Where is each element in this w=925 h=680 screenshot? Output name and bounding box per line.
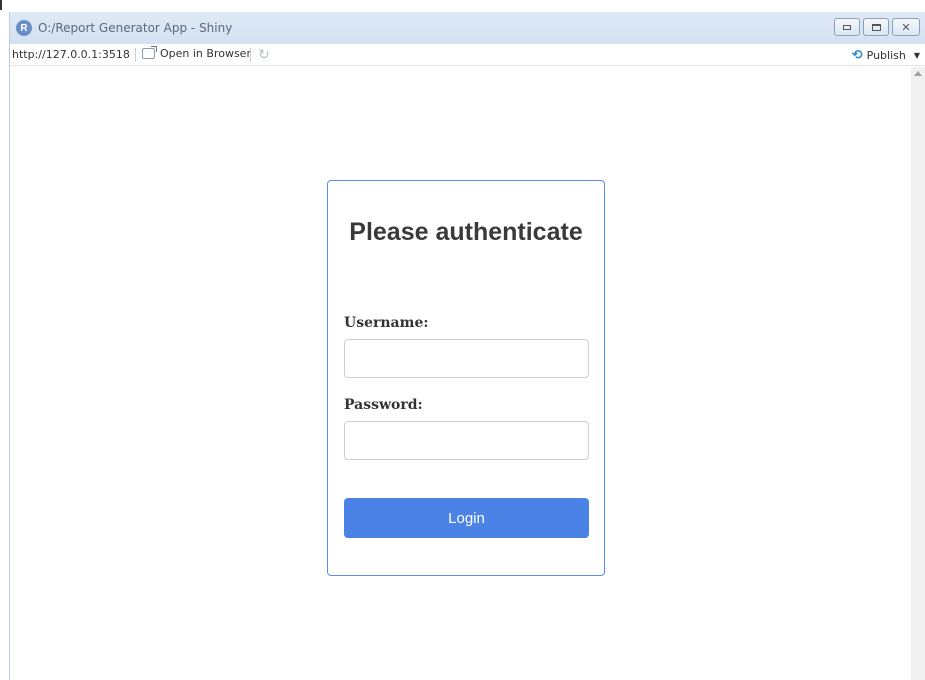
r-app-icon: R: [16, 20, 32, 36]
viewer-toolbar: http://127.0.0.1:3518 Open in Browser ↻ …: [10, 44, 925, 66]
toolbar-separator: [135, 48, 136, 62]
login-title: Please authenticate: [349, 218, 583, 246]
login-panel: Please authenticate Username: Password: …: [327, 180, 605, 576]
window-title: O:/Report Generator App - Shiny: [38, 21, 233, 35]
minimize-button[interactable]: [834, 18, 860, 36]
close-button[interactable]: ✕: [892, 18, 920, 36]
scroll-up-icon[interactable]: [914, 71, 922, 76]
refresh-icon[interactable]: ↻: [258, 46, 270, 63]
maximize-icon: [871, 23, 881, 31]
username-input[interactable]: [344, 339, 589, 378]
open-in-browser-icon: [142, 46, 157, 59]
username-label: Username:: [344, 315, 429, 331]
close-icon: ✕: [901, 20, 911, 34]
app-window: R O:/Report Generator App - Shiny ✕ http…: [9, 12, 925, 680]
publish-button[interactable]: ⟲ Publish ▼: [852, 48, 920, 63]
window-controls: ✕: [834, 18, 920, 36]
minimize-icon: [843, 24, 851, 30]
password-label: Password:: [344, 397, 423, 413]
maximize-button[interactable]: [863, 18, 889, 36]
left-edge: [0, 0, 9, 680]
vertical-scrollbar[interactable]: [911, 67, 925, 680]
login-button[interactable]: Login: [344, 498, 589, 538]
publish-icon: ⟲: [851, 48, 863, 63]
title-bar: R O:/Report Generator App - Shiny ✕: [10, 12, 925, 44]
publish-label: Publish: [866, 49, 906, 62]
toolbar-separator: [250, 48, 251, 62]
resize-corner: [0, 0, 2, 10]
chevron-down-icon: ▼: [913, 51, 920, 60]
url-display: http://127.0.0.1:3518: [12, 48, 130, 61]
password-input[interactable]: [344, 421, 589, 460]
open-in-browser-label: Open in Browser: [160, 47, 251, 60]
open-in-browser-button[interactable]: Open in Browser: [142, 46, 251, 60]
